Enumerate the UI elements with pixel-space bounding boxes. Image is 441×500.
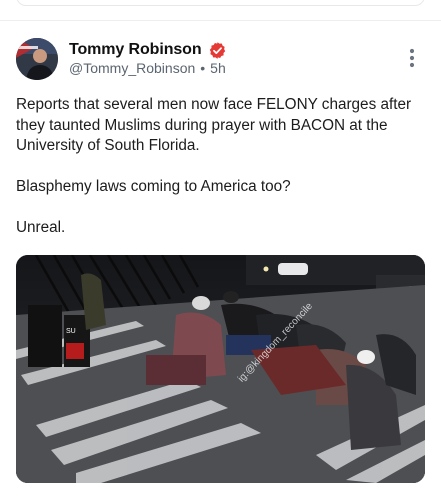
author-row: Tommy Robinson [69, 39, 227, 61]
avatar[interactable] [16, 38, 58, 80]
post-paragraph: Unreal. [16, 219, 66, 236]
post-time[interactable]: 5h [210, 60, 226, 76]
meta-separator: • [200, 60, 206, 76]
post-paragraph: Blasphemy laws coming to America too? [16, 178, 291, 195]
post-paragraph: Reports that several men now face FELONY… [16, 96, 412, 154]
post-card[interactable]: Tommy Robinson @Tommy_Robinson • 5h Repo… [0, 21, 441, 500]
verified-badge-icon [208, 41, 227, 60]
author-meta: @Tommy_Robinson • 5h [69, 60, 226, 76]
author-handle[interactable]: @Tommy_Robinson [69, 60, 195, 76]
post-body: Reports that several men now face FELONY… [16, 95, 428, 259]
svg-text:SU: SU [66, 328, 76, 335]
previous-post-card [16, 0, 425, 6]
more-vertical-icon[interactable] [404, 48, 420, 68]
author-name[interactable]: Tommy Robinson [69, 41, 202, 59]
post-video[interactable]: SU [16, 255, 425, 483]
